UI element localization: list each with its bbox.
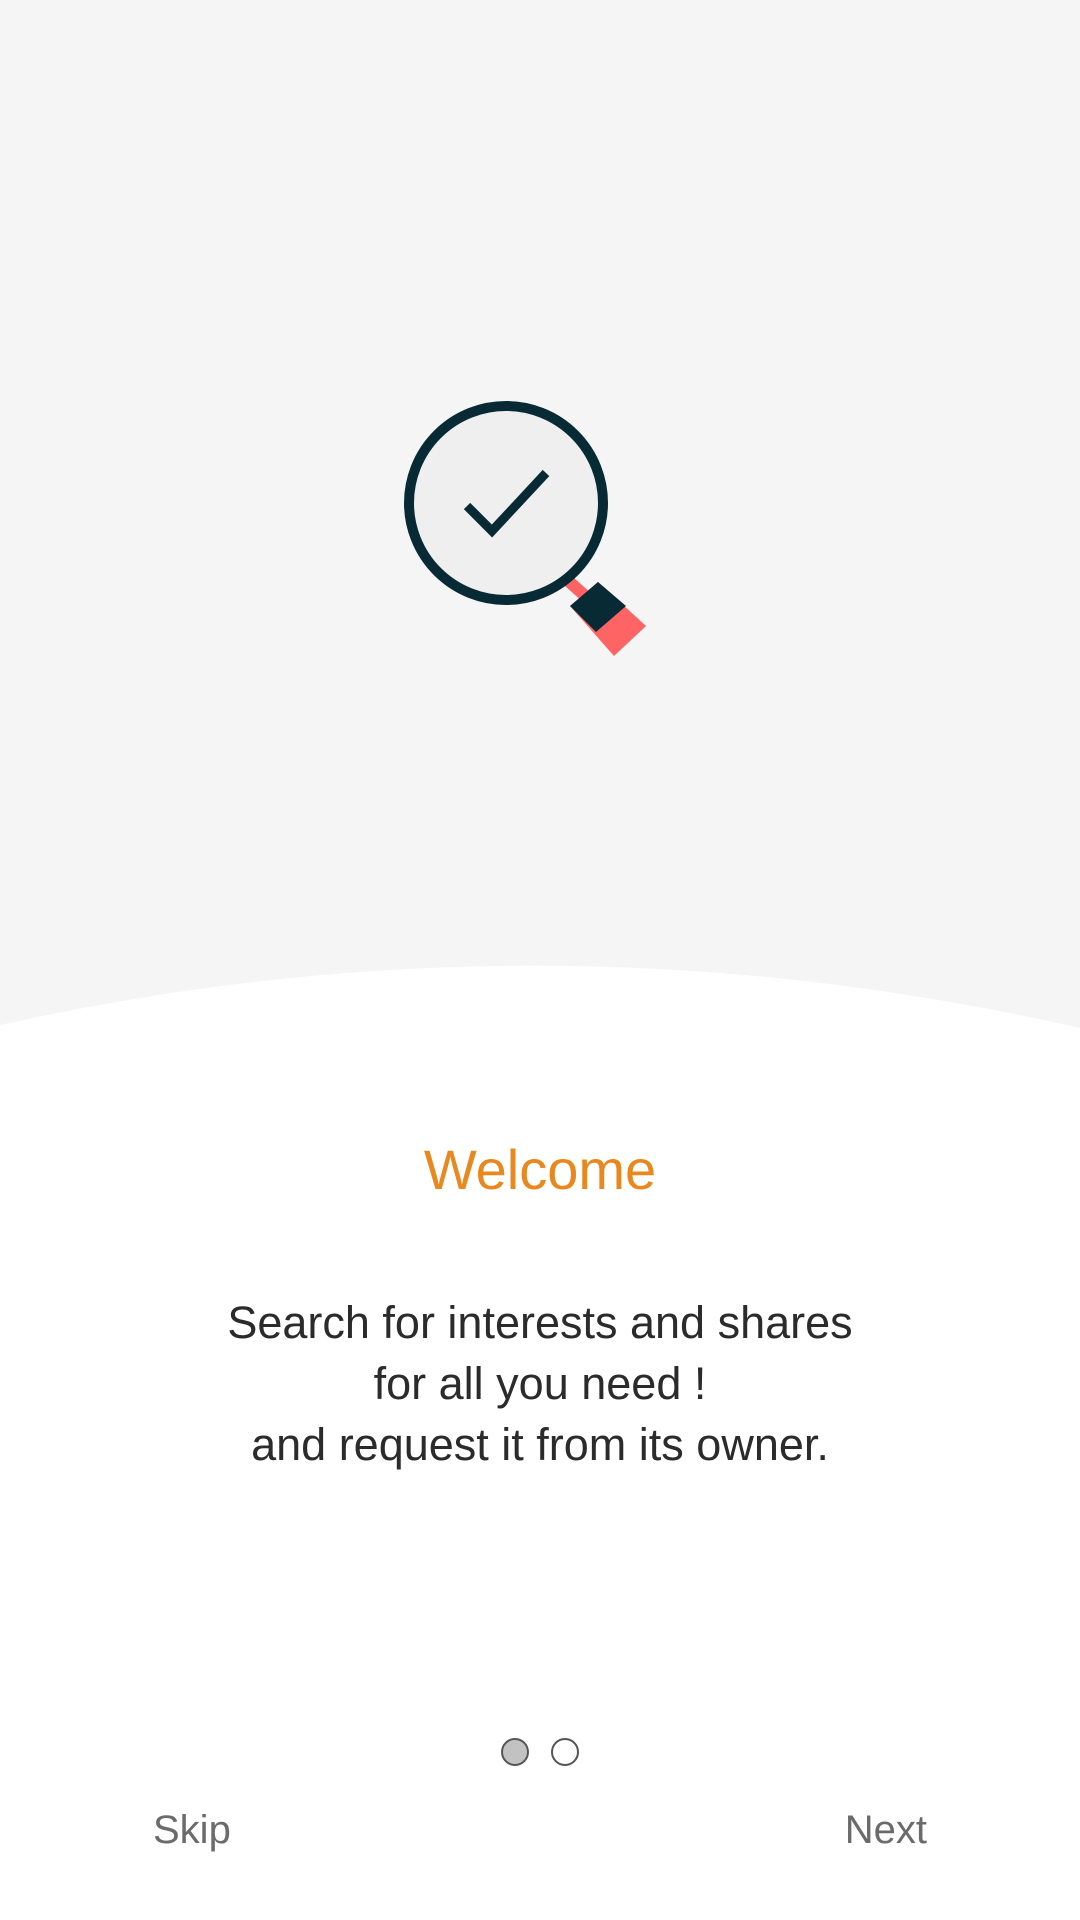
description-line: and request it from its owner. <box>251 1419 829 1470</box>
skip-button[interactable]: Skip <box>143 1800 241 1860</box>
page-indicator <box>0 1738 1080 1770</box>
onboarding-description: Search for interests and shares for all … <box>140 1292 940 1475</box>
page-dot-1-active[interactable] <box>501 1738 529 1766</box>
description-line: for all you need ! <box>373 1358 707 1409</box>
welcome-title: Welcome <box>423 1138 657 1201</box>
magnifier-check-icon <box>404 401 646 656</box>
onboarding-screen: Welcome Search for interests and shares … <box>0 0 1080 1920</box>
description-line: Search for interests and shares <box>227 1297 853 1348</box>
next-button[interactable]: Next <box>835 1800 937 1860</box>
page-dot-2[interactable] <box>551 1738 579 1766</box>
